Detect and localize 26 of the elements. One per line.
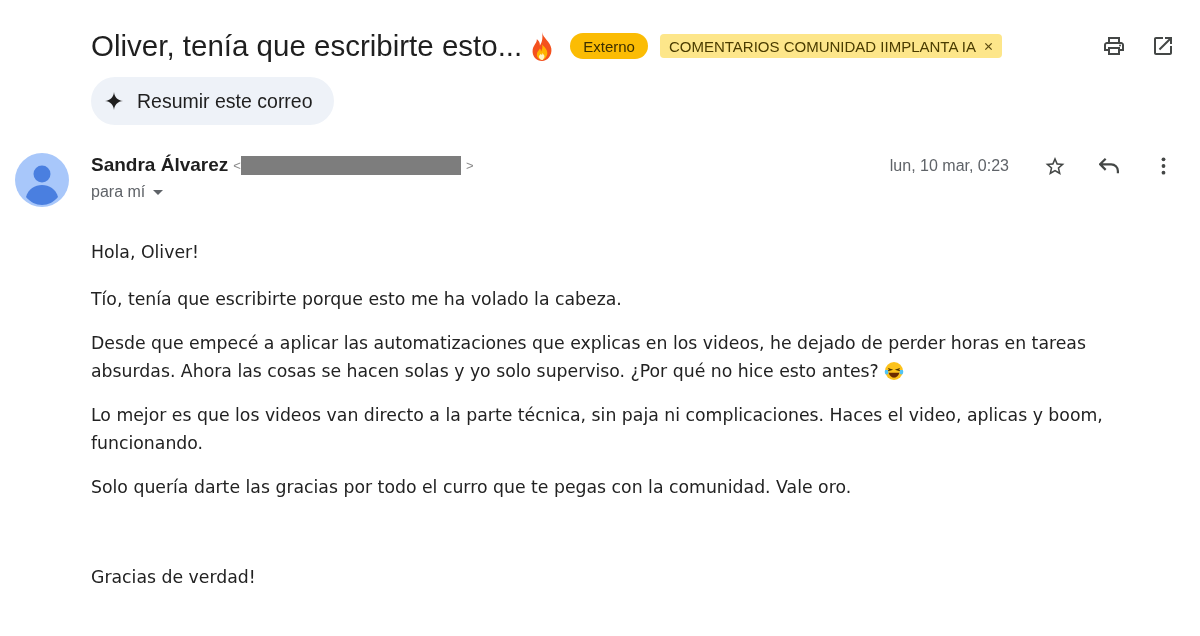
remove-label-icon[interactable] (983, 41, 993, 51)
email-label: COMENTARIOS COMUNIDAD IIMPLANTA IA (659, 34, 1002, 58)
more-vertical-icon (1160, 157, 1166, 175)
body-paragraph: Desde que empecé a aplicar las automatizaciones que explicas en los videos, he dejado de perder horas en tareas absurdas. Ahora las cosas se hacen solas y yo solo superviso. ¿Por qué no hice esto antes? (91, 333, 1086, 381)
recipient-dropdown[interactable]: para mí (91, 183, 474, 201)
body-paragraph: Hola, Oliver! (91, 242, 200, 262)
sender-name: Sandra Álvarez (91, 154, 229, 176)
reply-icon (1099, 157, 1119, 175)
print-icon (1104, 37, 1124, 55)
open-in-new-icon (1153, 37, 1173, 55)
sparkle-icon (105, 92, 123, 110)
fire-icon (531, 31, 554, 61)
caret-icon (153, 189, 164, 195)
email-bracket: < (233, 157, 241, 173)
email-label: Externo (570, 33, 648, 59)
email-bracket: > (465, 157, 474, 173)
message-date: lun, 10 mar, 0:23 (889, 157, 1009, 175)
body-paragraph: Tío, tenía que escribirte porque esto me ha volado la cabeza. (91, 289, 622, 309)
closing-line: Gracias de verdad! (91, 567, 256, 587)
star-icon (1045, 157, 1065, 175)
avatar-icon (15, 153, 69, 207)
email-subject: Oliver, tenía que escribirte esto... (91, 29, 523, 63)
body-paragraph: Lo mejor es que los videos van directo a la parte técnica, sin paja ni complicaciones. Haces el video, aplicas y boom, funcionando. (91, 405, 1103, 453)
body-paragraph: Solo quería darte las gracias por todo el curro que te pegas con la comunidad. Vale oro. (91, 477, 852, 497)
summarize-button[interactable]: Resumir este correo (91, 77, 334, 125)
laughing-face-icon (884, 362, 905, 380)
